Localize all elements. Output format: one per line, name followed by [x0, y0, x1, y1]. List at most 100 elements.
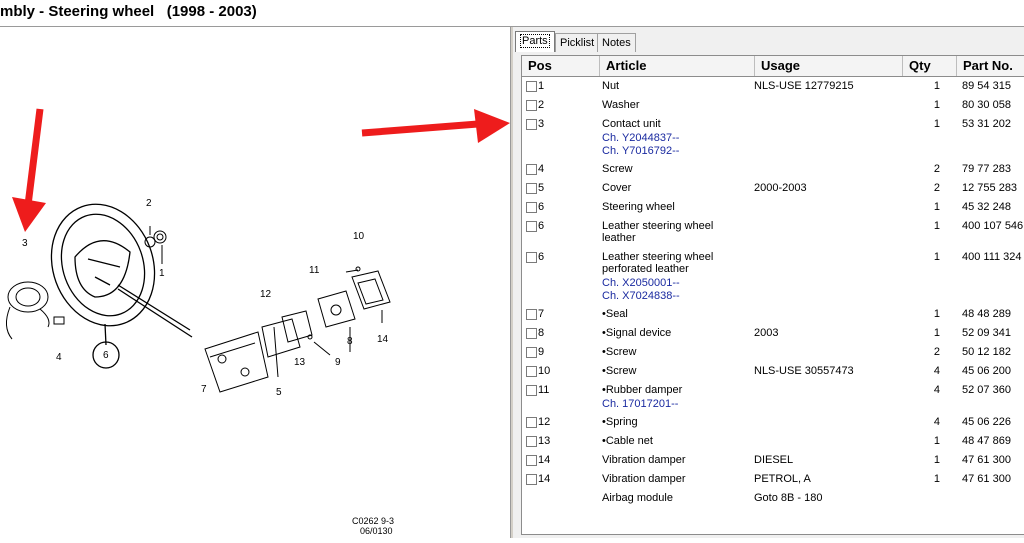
cell-part-no: 53 31 202 [962, 118, 1011, 130]
cell-article: •Screw [602, 365, 637, 377]
row-checkbox[interactable] [526, 385, 537, 396]
cell-pos: 14 [538, 454, 551, 466]
row-checkbox[interactable] [526, 417, 537, 428]
table-row[interactable]: 13 •Cable net 1 48 47 869 [522, 432, 1024, 451]
table-row[interactable]: 5 Cover 2000-2003 2 12 755 283 [522, 179, 1024, 198]
exploded-diagram-pane: 3 4 2 1 6 12 11 10 14 8 9 13 7 5 C0262 9… [0, 27, 510, 538]
callout-8: 8 [347, 336, 353, 347]
cell-article: Airbag module [602, 492, 673, 504]
callout-13: 13 [294, 357, 306, 368]
cell-qty: 2 [933, 346, 940, 358]
table-row[interactable]: 8 •Signal device 2003 1 52 09 341 [522, 324, 1024, 343]
cell-usage: DIESEL [754, 454, 794, 466]
cell-pos: 6 [538, 201, 545, 213]
callout-4: 4 [56, 352, 62, 363]
row-checkbox[interactable] [526, 221, 537, 232]
cell-part-no: 47 61 300 [962, 473, 1011, 485]
cell-part-no: 12 755 283 [962, 182, 1018, 194]
header-usage[interactable]: Usage [755, 56, 903, 76]
row-checkbox[interactable] [526, 366, 537, 377]
header-part-no[interactable]: Part No. [957, 56, 1024, 76]
row-checkbox[interactable] [526, 347, 537, 358]
table-row[interactable]: 7 •Seal 1 48 48 289 [522, 305, 1024, 324]
table-row[interactable]: 14 Vibration damper DIESEL 1 47 61 300 [522, 451, 1024, 470]
table-row[interactable]: 4 Screw 2 79 77 283 [522, 160, 1024, 179]
cell-article: Steering wheel [602, 201, 675, 213]
cell-qty: 1 [933, 435, 940, 447]
cell-usage: NLS-USE 30557473 [754, 365, 854, 377]
cell-pos: 2 [538, 99, 545, 111]
row-checkbox[interactable] [526, 474, 537, 485]
cell-article: Washer [602, 99, 640, 111]
cell-chassis-from: Ch. Y2044837-- [602, 132, 680, 144]
table-row[interactable]: 6 Leather steering wheel perforated leathe… [522, 248, 1024, 305]
cell-part-no: 400 107 546 [962, 220, 1024, 232]
header-article[interactable]: Article [600, 56, 755, 76]
cell-pos: 4 [538, 163, 545, 175]
row-checkbox[interactable] [526, 81, 537, 92]
table-row[interactable]: 3 Contact unit Ch. Y2044837-- Ch. Y7016792-… [522, 115, 1024, 160]
row-checkbox[interactable] [526, 202, 537, 213]
tab-parts[interactable]: Parts [515, 31, 555, 52]
table-row[interactable]: 9 •Screw 2 50 12 182 [522, 343, 1024, 362]
row-checkbox[interactable] [526, 328, 537, 339]
cell-qty: 1 [933, 454, 940, 466]
title-bar: mbly - Steering wheel (1998 - 2003) [0, 0, 1024, 27]
table-row[interactable]: 1 Nut NLS-USE 12779215 1 89 54 315 [522, 77, 1024, 96]
table-row[interactable]: 14 Vibration damper PETROL, A 1 47 61 300 [522, 470, 1024, 489]
cell-qty: 1 [933, 473, 940, 485]
cell-qty: 1 [933, 80, 940, 92]
table-row[interactable]: 11 •Rubber damper Ch. 17017201-- 4 52 07 360 [522, 381, 1024, 413]
window-title: mbly - Steering wheel (1998 - 2003) [0, 3, 257, 20]
cell-qty: 2 [933, 163, 940, 175]
cell-pos: 6 [538, 251, 545, 263]
cell-part-no: 80 30 058 [962, 99, 1011, 111]
header-qty[interactable]: Qty [903, 56, 957, 76]
cell-article: •Screw [602, 346, 637, 358]
cell-article-line2: perforated leather [602, 263, 689, 275]
tab-picklist[interactable]: Picklist [555, 33, 600, 52]
table-row[interactable]: 2 Washer 1 80 30 058 [522, 96, 1024, 115]
cell-qty: 1 [933, 327, 940, 339]
row-checkbox[interactable] [526, 436, 537, 447]
cell-article-line2: leather [602, 232, 636, 244]
cell-chassis-to: Ch. X7024838-- [602, 290, 680, 302]
nut-washer-drawing [144, 226, 167, 264]
cell-article: •Spring [602, 416, 638, 428]
cell-article: •Rubber damper [602, 384, 683, 396]
cell-part-no: 47 61 300 [962, 454, 1011, 466]
cell-article: Screw [602, 163, 633, 175]
table-row[interactable]: 6 Steering wheel 1 45 32 248 [522, 198, 1024, 217]
diagram-code: C0262 9-3 [352, 516, 394, 526]
cell-qty: 4 [933, 384, 940, 396]
cell-pos: 12 [538, 416, 551, 428]
row-checkbox[interactable] [526, 455, 537, 466]
red-arrow-right [361, 109, 510, 143]
cell-pos: 11 [538, 384, 550, 396]
cell-usage: 2000-2003 [754, 182, 807, 194]
cell-pos: 10 [538, 365, 551, 377]
cell-qty: 2 [933, 182, 940, 194]
table-row[interactable]: Airbag module Goto 8B - 180 [522, 489, 1024, 508]
row-checkbox[interactable] [526, 252, 537, 263]
airbag-assembly-drawing [204, 290, 356, 393]
diagram-date-code: 06/0130 [360, 526, 393, 536]
row-checkbox[interactable] [526, 164, 537, 175]
cell-article: Vibration damper [602, 473, 686, 485]
row-checkbox[interactable] [526, 309, 537, 320]
cell-qty: 1 [933, 251, 940, 263]
callout-1: 1 [159, 268, 165, 279]
cell-part-no: 400 111 324 [962, 251, 1022, 263]
row-checkbox[interactable] [526, 100, 537, 111]
table-row[interactable]: 12 •Spring 4 45 06 226 [522, 413, 1024, 432]
callout-3: 3 [22, 238, 28, 249]
table-row[interactable]: 10 •Screw NLS-USE 30557473 4 45 06 200 [522, 362, 1024, 381]
tab-notes[interactable]: Notes [597, 33, 636, 52]
row-checkbox[interactable] [526, 183, 537, 194]
table-row[interactable]: 6 Leather steering wheel leather 1 400 107 5… [522, 217, 1024, 248]
cell-part-no: 45 06 226 [962, 416, 1011, 428]
row-checkbox[interactable] [526, 119, 537, 130]
callout-10: 10 [353, 231, 365, 242]
cell-chassis-from: Ch. 17017201-- [602, 398, 679, 410]
header-pos[interactable]: Pos [522, 56, 600, 76]
